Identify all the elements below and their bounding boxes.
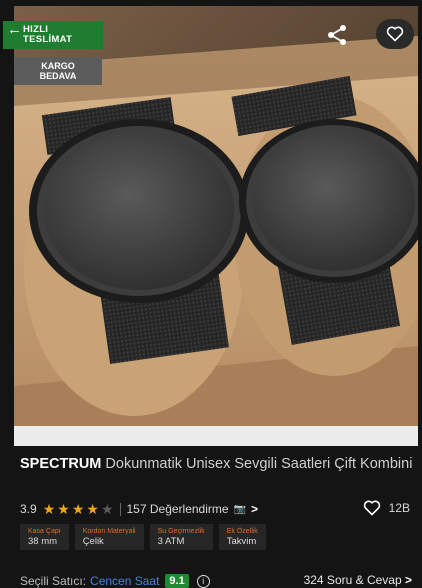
spec-chip: Ek Özellik Takvim	[218, 524, 266, 550]
spec-value: Takvim	[226, 536, 257, 547]
spec-chip: Su Geçirmezlik 3 ATM	[149, 524, 213, 550]
divider	[119, 502, 121, 516]
spec-chip: Kordon Materyali Çelik	[74, 524, 144, 550]
heart-outline-icon	[363, 500, 380, 516]
spec-chip: Kasa Çapı 38 mm	[20, 524, 69, 550]
seller-name-link[interactable]: Cencen Saat	[90, 574, 159, 588]
star-icon: ★	[71, 501, 85, 517]
qa-label: 324 Soru & Cevap	[303, 573, 402, 587]
chevron-right-icon: >	[251, 502, 259, 516]
fast-delivery-line2: TESLİMAT	[23, 34, 73, 45]
spec-key: Su Geçirmezlik	[157, 528, 205, 535]
likes-count: 12B	[388, 501, 410, 515]
info-icon[interactable]: i	[196, 574, 210, 588]
favorite-button[interactable]	[376, 19, 414, 49]
seller-row: Seçili Satıcı: Cencen Saat 9.1 i 324 Sor…	[20, 573, 416, 588]
chevron-right-icon: >	[404, 573, 412, 587]
spec-value: Çelik	[82, 536, 104, 547]
spec-chips: Kasa Çapı 38 mm Kordon Materyali Çelik S…	[20, 524, 266, 550]
spec-value: 3 ATM	[157, 536, 185, 547]
camera-icon: 📷	[233, 503, 247, 515]
reviews-count: 157 Değerlendirme	[126, 502, 229, 516]
rating-row: 3.9 ★ ★ ★ ★ ★ 157 Değerlendirme 📷 > 12B	[20, 500, 416, 518]
heart-icon	[386, 26, 404, 42]
brand-name[interactable]: SPECTRUM	[20, 456, 101, 472]
rating-value: 3.9	[20, 502, 37, 516]
fast-delivery-badge: ← HIZLI TESLİMAT	[3, 21, 103, 49]
likes-counter[interactable]: 12B	[363, 500, 410, 516]
free-cargo-badge: KARGO BEDAVA	[14, 57, 102, 85]
star-icon: ★	[57, 501, 70, 517]
spec-key: Kordon Materyali	[82, 528, 136, 535]
arrow-left-icon[interactable]: ←	[7, 22, 22, 37]
image-pager-strip	[14, 426, 418, 446]
qa-link[interactable]: 324 Soru & Cevap >	[304, 573, 412, 587]
free-cargo-line2: BEDAVA	[39, 71, 77, 81]
star-icon: ★	[42, 501, 56, 517]
share-button[interactable]	[324, 22, 350, 48]
spec-key: Ek Özellik	[226, 528, 258, 535]
share-icon	[328, 25, 346, 45]
seller-label: Seçili Satıcı:	[20, 574, 87, 588]
product-name: Dokunmatik Unisex Sevgili Saatleri Çift …	[105, 456, 413, 472]
spec-key: Kasa Çapı	[28, 528, 61, 535]
seller-score-badge: 9.1	[165, 574, 189, 588]
spec-value: 38 mm	[28, 536, 58, 547]
reviews-link[interactable]: 157 Değerlendirme 📷 >	[127, 502, 259, 516]
rating-stars: ★ ★ ★ ★ ★	[43, 502, 114, 516]
star-icon: ★	[86, 501, 99, 517]
free-cargo-line1: KARGO	[41, 61, 75, 71]
product-title: SPECTRUM Dokunmatik Unisex Sevgili Saatl…	[20, 456, 416, 473]
star-icon: ★	[100, 501, 114, 517]
